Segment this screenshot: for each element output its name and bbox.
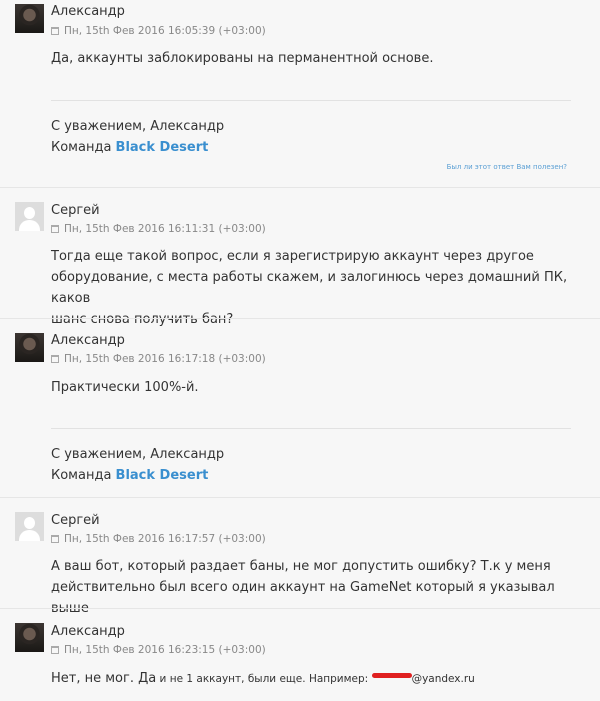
author-name: Александр	[51, 624, 125, 639]
message-body: Практически 100%-й.	[51, 380, 199, 395]
body-small-text: и не 1 аккаунт, были еще. Например:	[156, 673, 372, 685]
calendar-icon	[51, 535, 59, 543]
avatar	[15, 623, 44, 652]
signature-line: С уважением, Александр	[51, 119, 225, 134]
message-date: Пн, 15th Фев 2016 16:17:57 (+03:00)	[51, 533, 266, 545]
calendar-icon	[51, 27, 59, 35]
brand-name: Black Desert	[115, 140, 209, 155]
signature-divider	[51, 428, 571, 429]
calendar-icon	[51, 646, 59, 654]
date-text: Пн, 15th Фев 2016 16:05:39 (+03:00)	[64, 25, 266, 37]
message-divider	[0, 318, 600, 319]
message-date: Пн, 15th Фев 2016 16:11:31 (+03:00)	[51, 223, 266, 235]
team-prefix: Команда	[51, 140, 116, 155]
team-prefix: Команда	[51, 468, 116, 483]
message-date: Пн, 15th Фев 2016 16:17:18 (+03:00)	[51, 353, 266, 365]
avatar	[15, 4, 44, 33]
body-line: действительно был всего один аккаунт на …	[51, 580, 555, 616]
body-line: оборудование, с места работы скажем, и з…	[51, 270, 568, 306]
message-body: Да, аккаунты заблокированы на перманентн…	[51, 51, 434, 66]
signature-line: С уважением, Александр	[51, 447, 225, 462]
author-name: Александр	[51, 333, 125, 348]
avatar	[15, 333, 44, 362]
avatar	[15, 202, 44, 231]
signature-team: Команда Black Desert	[51, 465, 571, 486]
message-divider	[0, 497, 600, 498]
body-text: Нет, не мог. Да	[51, 671, 157, 686]
message-date: Пн, 15th Фев 2016 16:05:39 (+03:00)	[51, 25, 266, 37]
calendar-icon	[51, 225, 59, 233]
message-body: Нет, не мог. Да и не 1 аккаунт, были еще…	[51, 668, 571, 690]
signature: С уважением, Александр Команда Black Des…	[51, 116, 571, 158]
date-text: Пн, 15th Фев 2016 16:17:57 (+03:00)	[64, 533, 266, 545]
email-suffix: @yandex.ru	[411, 673, 475, 685]
avatar	[15, 512, 44, 541]
message-body: А ваш бот, который раздает баны, не мог …	[51, 556, 571, 619]
message-date: Пн, 15th Фев 2016 16:23:15 (+03:00)	[51, 644, 266, 656]
date-text: Пн, 15th Фев 2016 16:23:15 (+03:00)	[64, 644, 266, 656]
brand-name: Black Desert	[115, 468, 209, 483]
date-text: Пн, 15th Фев 2016 16:17:18 (+03:00)	[64, 353, 266, 365]
redacted-mark	[371, 673, 412, 678]
helpful-link[interactable]: Был ли этот ответ Вам полезен?	[447, 163, 567, 171]
body-line: шанс снова получить бан?	[51, 312, 234, 327]
message-divider	[0, 187, 600, 188]
message-divider	[0, 608, 600, 609]
calendar-icon	[51, 355, 59, 363]
body-line: Тогда еще такой вопрос, если я зарегистр…	[51, 249, 534, 264]
signature-divider	[51, 100, 571, 101]
author-name: Сергей	[51, 203, 100, 218]
signature: С уважением, Александр Команда Black Des…	[51, 444, 571, 486]
date-text: Пн, 15th Фев 2016 16:11:31 (+03:00)	[64, 223, 266, 235]
author-name: Сергей	[51, 513, 100, 528]
author-name: Александр	[51, 4, 125, 19]
signature-team: Команда Black Desert	[51, 137, 571, 158]
body-line: А ваш бот, который раздает баны, не мог …	[51, 559, 551, 574]
